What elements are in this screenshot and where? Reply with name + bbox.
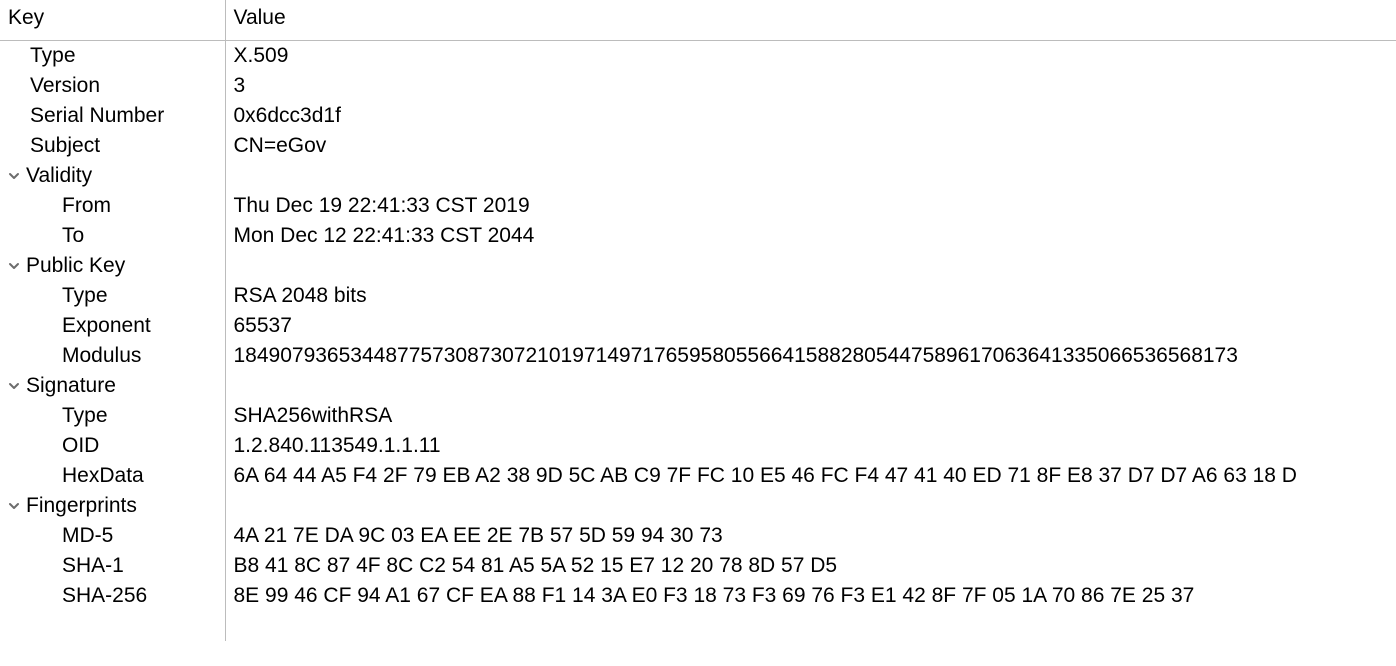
value-cell: RSA 2048 bits [225, 281, 1396, 311]
key-label: HexData [62, 464, 217, 488]
key-cell: Type [0, 281, 225, 311]
key-cell: OID [0, 431, 225, 461]
table-row: Type X.509 [0, 41, 1396, 72]
key-cell: Version [0, 71, 225, 101]
value-cell [225, 371, 1396, 401]
key-cell: Type [0, 401, 225, 431]
table-header: Key Value [0, 0, 1396, 41]
value-cell [225, 491, 1396, 521]
certificate-table: Key Value TypeX.509Version3Serial Number… [0, 0, 1396, 641]
value-cell: SHA256withRSA [225, 401, 1396, 431]
key-label: Signature [26, 374, 217, 398]
key-cell: SHA-1 [0, 551, 225, 581]
key-cell: Serial Number [0, 101, 225, 131]
key-label: SHA-1 [62, 554, 217, 578]
value-cell: 3 [225, 71, 1396, 101]
value-cell: 8E 99 46 CF 94 A1 67 CF EA 88 F1 14 3A E… [225, 581, 1396, 611]
table-row: SHA-1 B8 41 8C 87 4F 8C C2 54 81 A5 5A 52… [0, 551, 1396, 581]
key-cell: From [0, 191, 225, 221]
table-row: OID 1.2.840.113549.1.1.11 [0, 431, 1396, 461]
table-row: Exponent 65537 [0, 311, 1396, 341]
key-cell: Fingerprints [0, 491, 225, 521]
value-cell [225, 161, 1396, 191]
table-row: SHA-256 8E 99 46 CF 94 A1 67 CF EA 88 F1 … [0, 581, 1396, 611]
key-label: SHA-256 [62, 584, 217, 608]
table-row: Serial Number 0x6dcc3d1f [0, 101, 1396, 131]
chevron-down-icon[interactable] [8, 380, 22, 392]
chevron-down-icon[interactable] [8, 170, 22, 182]
key-label: Fingerprints [26, 494, 217, 518]
table-row: Version 3 [0, 71, 1396, 101]
key-cell: SHA-256 [0, 581, 225, 611]
key-label: Serial Number [30, 104, 217, 128]
value-cell: Thu Dec 19 22:41:33 CST 2019 [225, 191, 1396, 221]
key-cell: HexData [0, 461, 225, 491]
table-row: To Mon Dec 12 22:41:33 CST 2044 [0, 221, 1396, 251]
value-cell: CN=eGov [225, 131, 1396, 161]
value-cell: 4A 21 7E DA 9C 03 EA EE 2E 7B 57 5D 59 9… [225, 521, 1396, 551]
key-cell: Type [0, 41, 225, 72]
key-label: Validity [26, 164, 217, 188]
key-label: MD-5 [62, 524, 217, 548]
key-label: From [62, 194, 217, 218]
spacer-row [0, 611, 1396, 641]
value-cell [225, 251, 1396, 281]
value-cell: 6A 64 44 A5 F4 2F 79 EB A2 38 9D 5C AB C… [225, 461, 1396, 491]
key-label: Subject [30, 134, 217, 158]
key-label: Exponent [62, 314, 217, 338]
table-row: HexData 6A 64 44 A5 F4 2F 79 EB A2 38 9D … [0, 461, 1396, 491]
key-cell: To [0, 221, 225, 251]
value-cell: 1.2.840.113549.1.1.11 [225, 431, 1396, 461]
key-label: Type [30, 44, 217, 68]
key-cell: Signature [0, 371, 225, 401]
table-row[interactable]: Signature [0, 371, 1396, 401]
value-cell: 0x6dcc3d1f [225, 101, 1396, 131]
key-label: Modulus [62, 344, 217, 368]
key-label: To [62, 224, 217, 248]
chevron-down-icon[interactable] [8, 260, 22, 272]
key-label: Type [62, 284, 217, 308]
key-label: Version [30, 74, 217, 98]
value-cell: Mon Dec 12 22:41:33 CST 2044 [225, 221, 1396, 251]
key-cell: MD-5 [0, 521, 225, 551]
table-row: Modulus 184907936534487757308730721019714… [0, 341, 1396, 371]
value-cell: X.509 [225, 41, 1396, 72]
key-cell: Modulus [0, 341, 225, 371]
value-cell: 1849079365344877573087307210197149717659… [225, 341, 1396, 371]
chevron-down-icon[interactable] [8, 500, 22, 512]
key-cell: Public Key [0, 251, 225, 281]
key-cell: Subject [0, 131, 225, 161]
table-row[interactable]: Validity [0, 161, 1396, 191]
column-header-key[interactable]: Key [0, 0, 225, 41]
table-row[interactable]: Public Key [0, 251, 1396, 281]
table-row: Type SHA256withRSA [0, 401, 1396, 431]
key-label: Public Key [26, 254, 217, 278]
table-row: Type RSA 2048 bits [0, 281, 1396, 311]
key-label: OID [62, 434, 217, 458]
key-label: Type [62, 404, 217, 428]
table-row: From Thu Dec 19 22:41:33 CST 2019 [0, 191, 1396, 221]
key-cell: Validity [0, 161, 225, 191]
value-cell: B8 41 8C 87 4F 8C C2 54 81 A5 5A 52 15 E… [225, 551, 1396, 581]
column-header-value[interactable]: Value [225, 0, 1396, 41]
table-row[interactable]: Fingerprints [0, 491, 1396, 521]
table-row: MD-5 4A 21 7E DA 9C 03 EA EE 2E 7B 57 5D … [0, 521, 1396, 551]
table-row: Subject CN=eGov [0, 131, 1396, 161]
value-cell: 65537 [225, 311, 1396, 341]
key-cell: Exponent [0, 311, 225, 341]
